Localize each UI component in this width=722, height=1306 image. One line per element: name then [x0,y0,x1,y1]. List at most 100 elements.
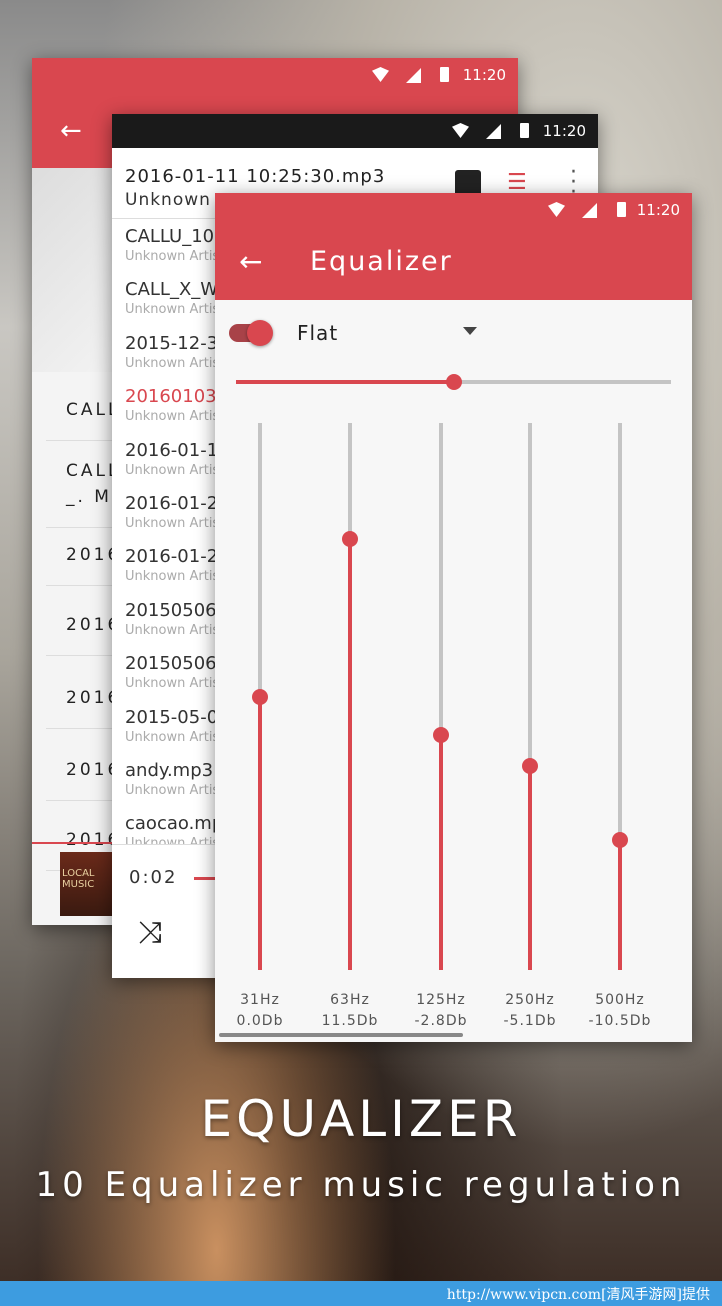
song-title: caocao.mp [125,813,224,835]
band-gain: -5.1Db [503,1013,557,1029]
wifi-icon [372,67,389,82]
battery-icon [440,67,449,82]
song-artist: Unknown Artis [125,622,220,638]
band-label: 500Hz -10.5Db [575,990,665,1032]
song-title: CALLU_10- [125,226,221,247]
band-thumb[interactable] [612,832,628,849]
status-time: 11:20 [542,122,586,140]
band-slider[interactable] [612,423,628,970]
band-gain: -2.8Db [414,1013,468,1029]
band-label: 125Hz -2.8Db [396,990,486,1032]
back-arrow-icon[interactable]: ← [239,245,262,278]
song-list-item[interactable]: 20160103 Unknown Artis [125,386,219,424]
band-fill [258,696,262,970]
band-frequency: 250Hz [505,992,555,1008]
song-title: 2015-12-30 [125,332,230,354]
band-fill [439,734,443,970]
band-fill [528,766,532,970]
song-list-item[interactable]: 2016-01-20 Unknown Artis [125,546,230,584]
battery-icon [617,202,626,217]
master-slider-fill [236,380,454,384]
status-bar: 11:20 [215,193,692,227]
now-playing-artist: Unknown [125,190,211,210]
song-artist: Unknown Artis [125,249,220,264]
promo-subtitle: 10 Equalizer music regulation [35,1165,687,1205]
band-slider[interactable] [522,423,538,970]
song-title: 20150506 [125,653,217,675]
wifi-icon [548,202,565,217]
band-gain: 0.0Db [236,1013,284,1029]
band-frequency: 500Hz [595,992,645,1008]
status-time: 11:20 [636,201,680,219]
wifi-icon [452,123,469,138]
song-artist: Unknown Artis [125,355,220,371]
song-title: 20160103 [125,386,217,408]
song-title: 2016-01-20 [125,546,230,568]
band-fill [618,840,622,970]
song-title: 20150506 [125,599,217,621]
song-list-item[interactable]: CALL_X_W Unknown Artis [125,279,219,317]
band-slider[interactable] [433,423,449,970]
band-fill [348,539,352,970]
band-slider[interactable] [342,423,358,970]
back-arrow-icon[interactable]: ← [60,116,82,146]
song-list-item[interactable]: 2015-12-30 Unknown Artis [125,333,230,371]
song-artist: Unknown Artis [125,676,220,692]
song-artist: Unknown Artis [125,729,220,745]
watermark-bar: http://www.vipcn.com[清风手游网]提供 [0,1281,722,1306]
dropdown-arrow-icon[interactable] [463,327,477,335]
band-gain: 11.5Db [321,1013,379,1029]
band-thumb[interactable] [342,531,358,548]
thumbnail-text: LOCAL MUSIC [62,868,95,890]
song-list-item[interactable]: 2015-05-06 Unknown Artis [125,707,230,745]
elapsed-time: 0:02 [129,867,178,888]
song-list-item[interactable]: CALLU_10- Unknown Artis [125,226,221,264]
song-list-item[interactable]: 20150506 Unknown Artis [125,600,219,638]
page-title: Equalizer [310,246,453,277]
song-title: CALL_X_W [125,279,219,301]
band-label: 31Hz 0.0Db [215,990,305,1032]
toggle-thumb [247,320,273,346]
song-artist: Unknown Artis [125,409,220,425]
preset-select[interactable]: Flat [297,321,338,345]
song-artist: Unknown Artis [125,302,220,318]
band-frequency: 31Hz [240,992,280,1008]
watermark-text: http://www.vipcn.com[清风手游网]提供 [446,1287,710,1303]
song-list-item[interactable]: 2016-01-20 Unknown Artis [125,493,230,531]
song-title: 2015-05-06 [125,706,230,728]
horizontal-scrollbar[interactable] [219,1033,463,1037]
song-title: 2016-01-20 [125,493,230,514]
song-list-item[interactable]: andy.mp3 Unknown Artis [125,760,219,798]
shuffle-icon[interactable]: ⤨ [138,915,162,950]
master-slider[interactable] [236,374,671,390]
signal-icon [486,124,501,139]
equalizer-screen: 11:20 ← Equalizer Flat 31Hz 0.0Db 63Hz 11.5… [215,193,692,1042]
band-label: 63Hz 11.5Db [305,990,395,1032]
band-gain: -10.5Db [588,1013,652,1029]
song-list-item[interactable]: 2016-01-19 Unknown Artis [125,440,230,478]
band-thumb[interactable] [522,758,538,775]
band-slider[interactable] [252,423,268,970]
master-slider-thumb[interactable] [445,374,462,390]
equalizer-toggle[interactable] [229,320,273,346]
song-artist: Unknown Artis [125,516,220,531]
band-frequency: 125Hz [416,992,466,1008]
now-playing-title: 2016-01-11 10:25:30.mp3 [125,166,386,187]
band-thumb[interactable] [433,726,449,743]
status-bar: 11:20 [32,58,518,92]
song-artist: Unknown Artis [125,462,220,478]
battery-icon [520,123,529,138]
song-title: 2016-01-19 [125,439,230,461]
song-artist: Unknown Artis [125,783,220,798]
band-frequency: 63Hz [330,992,370,1008]
queue-icon[interactable]: ☰ [507,172,539,194]
status-bar: 11:20 [112,114,598,148]
promo-title: EQUALIZER [200,1090,522,1148]
song-artist: Unknown Artis [125,569,220,585]
song-list-item[interactable]: 20150506 Unknown Artis [125,653,219,691]
band-label: 250Hz -5.1Db [485,990,575,1032]
signal-icon [406,68,421,83]
album-thumbnail[interactable]: LOCAL MUSIC [60,852,112,916]
status-time: 11:20 [462,66,506,84]
band-thumb[interactable] [252,688,268,705]
